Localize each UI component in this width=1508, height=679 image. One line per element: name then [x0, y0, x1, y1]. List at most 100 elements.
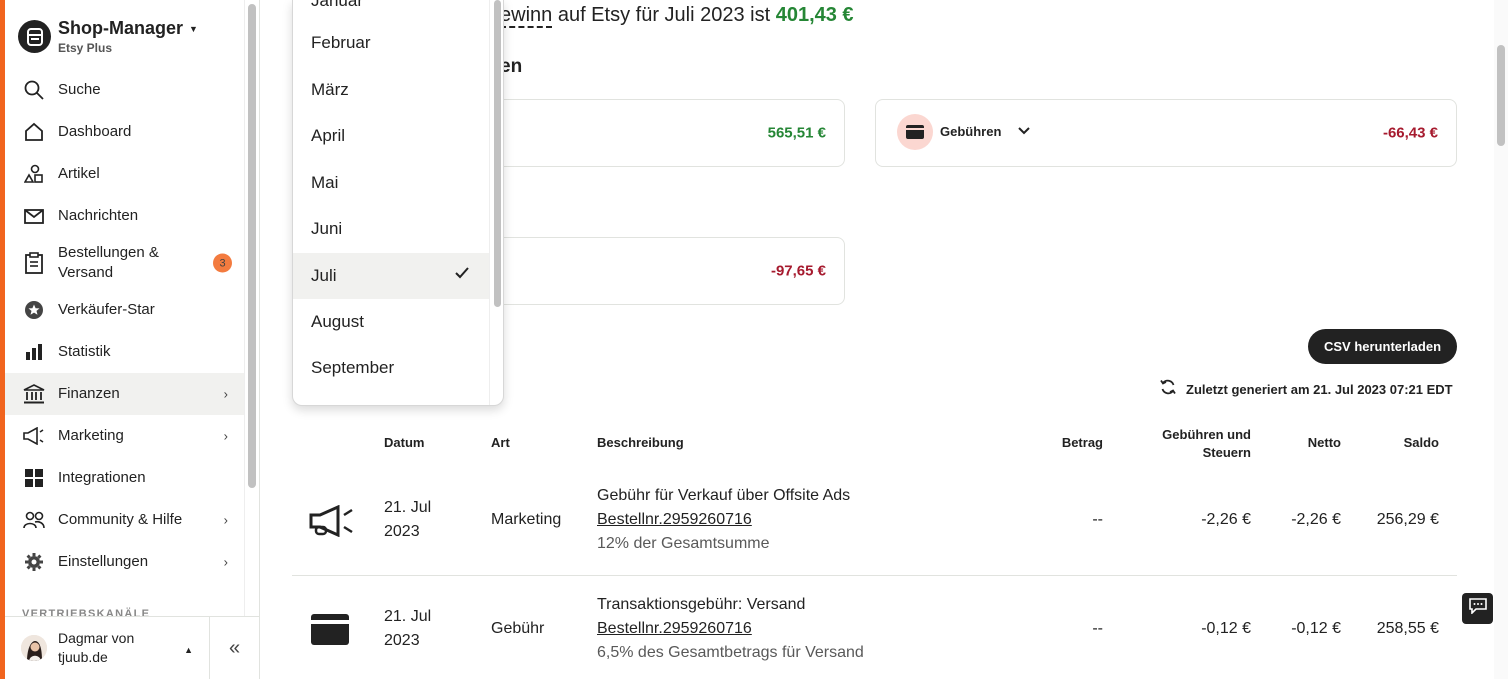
month-option[interactable]: Mai: [293, 160, 489, 206]
row-description-note: 12% der Gesamtsumme: [597, 535, 770, 552]
column-header-art: Art: [491, 435, 510, 450]
order-number-link[interactable]: Bestellnr.2959260716: [597, 617, 864, 641]
row-divider: [292, 575, 1457, 576]
row-date-year: 2023: [384, 523, 420, 540]
sidebar-item-label: Bestellungen & Versand: [58, 244, 159, 281]
row-fees: -2,26 €: [1201, 511, 1251, 528]
user-name: Dagmar von tjuub.de: [58, 630, 135, 665]
row-date-day: 21. Jul: [384, 499, 432, 516]
page-scrollbar-thumb[interactable]: [1497, 45, 1505, 146]
row-date-year: 2023: [384, 632, 420, 649]
credit-card-icon: [897, 114, 933, 150]
sidebar-nav: Suche Dashboard Artikel Nachrichten Best…: [5, 69, 244, 583]
month-dropdown-menu: Januar Februar März April Mai Juni Juli …: [292, 0, 504, 406]
sidebar-footer: Dagmar von tjuub.de ▲ «: [5, 616, 259, 679]
row-type: Gebühr: [491, 620, 545, 637]
row-description-title: Gebühr für Verkauf über Offsite Ads: [597, 487, 851, 504]
sidebar-item-label: Suche: [58, 81, 101, 98]
credit-card-icon: [311, 614, 349, 653]
sidebar-item-statistik[interactable]: Statistik: [5, 331, 244, 373]
gear-icon: [23, 551, 45, 573]
sidebar-item-verkaeufer-star[interactable]: Verkäufer-Star: [5, 289, 244, 331]
profit-headline: ewinn auf Etsy für Juli 2023 ist 401,43 …: [500, 4, 854, 28]
row-amount: --: [1092, 620, 1103, 637]
sidebar: Shop-Manager ▼ Etsy Plus Suche Dashboard …: [0, 0, 260, 679]
last-generated-info: Zuletzt generiert am 21. Jul 2023 07:21 …: [1160, 379, 1453, 400]
clipboard-icon: [23, 252, 45, 274]
profit-tooltip-term[interactable]: ewinn: [500, 4, 553, 28]
shop-manager-switcher[interactable]: Shop-Manager ▼ Etsy Plus: [18, 18, 198, 55]
home-icon: [23, 121, 45, 143]
sidebar-item-marketing[interactable]: Marketing ›: [5, 415, 244, 457]
people-icon: [23, 509, 45, 531]
chevron-right-icon: ›: [223, 554, 228, 570]
month-option[interactable]: Februar: [293, 20, 489, 66]
chevron-right-icon: ›: [223, 386, 228, 402]
row-date: 21. Jul 2023: [384, 605, 431, 653]
sidebar-item-nachrichten[interactable]: Nachrichten: [5, 195, 244, 237]
envelope-icon: [23, 205, 45, 227]
collapse-sidebar-button[interactable]: «: [210, 617, 259, 679]
fees-summary-card[interactable]: Gebühren -66,43 €: [875, 99, 1457, 167]
shop-logo-icon: [18, 20, 51, 53]
order-number-link[interactable]: Bestellnr.2959260716: [597, 508, 850, 532]
chevron-right-icon: ›: [223, 428, 228, 444]
sidebar-item-label: Integrationen: [58, 469, 146, 486]
double-chevron-left-icon: «: [228, 636, 241, 659]
chat-icon: [1468, 598, 1487, 619]
column-header-datum: Datum: [384, 435, 425, 450]
megaphone-icon: [23, 425, 45, 447]
csv-download-button[interactable]: CSV herunterladen: [1308, 329, 1457, 364]
brand-subtitle: Etsy Plus: [58, 41, 113, 55]
month-option[interactable]: September: [293, 345, 489, 391]
user-menu[interactable]: Dagmar von tjuub.de ▲: [5, 617, 210, 679]
sidebar-item-finanzen[interactable]: Finanzen ›: [5, 373, 244, 415]
headline-text: auf Etsy für Juli 2023 ist: [552, 4, 776, 26]
month-option[interactable]: Juni: [293, 206, 489, 252]
sidebar-item-integrationen[interactable]: Integrationen: [5, 457, 244, 499]
brand-title: Shop-Manager: [58, 18, 184, 38]
dropdown-scrollbar-thumb[interactable]: [494, 0, 501, 307]
row-description: Transaktionsgebühr: Versand Bestellnr.29…: [597, 593, 864, 665]
sidebar-item-suche[interactable]: Suche: [5, 69, 244, 111]
orders-count-badge: 3: [213, 253, 232, 273]
row-description: Gebühr für Verkauf über Offsite Ads Best…: [597, 484, 850, 556]
bar-chart-icon: [23, 341, 45, 363]
bank-icon: [23, 383, 45, 405]
sidebar-item-dashboard[interactable]: Dashboard: [5, 111, 244, 153]
row-type: Marketing: [491, 511, 562, 528]
row-amount: --: [1092, 511, 1103, 528]
row-description-note: 6,5% des Gesamtbetrags für Versand: [597, 644, 864, 661]
star-badge-icon: [23, 299, 45, 321]
profit-amount: 401,43 €: [775, 4, 854, 26]
sidebar-item-label: Statistik: [58, 343, 111, 360]
month-option[interactable]: März: [293, 67, 489, 113]
chevron-right-icon: ›: [223, 512, 228, 528]
refresh-icon[interactable]: [1160, 379, 1176, 400]
sidebar-item-label: Marketing: [58, 427, 124, 444]
column-header-saldo: Saldo: [1403, 435, 1439, 450]
sidebar-item-artikel[interactable]: Artikel: [5, 153, 244, 195]
sidebar-item-bestellungen[interactable]: Bestellungen & Versand 3: [5, 237, 244, 289]
other-amount: -97,65 €: [770, 262, 826, 280]
month-option[interactable]: August: [293, 299, 489, 345]
sales-amount: 565,51 €: [767, 124, 826, 142]
caret-down-icon: ▼: [189, 23, 198, 34]
month-option-label: Juli: [311, 266, 337, 285]
row-fees: -0,12 €: [1201, 620, 1251, 637]
fees-amount: -66,43 €: [1382, 124, 1438, 142]
sidebar-item-community[interactable]: Community & Hilfe ›: [5, 499, 244, 541]
chat-button[interactable]: [1462, 593, 1493, 624]
sidebar-item-label: Einstellungen: [58, 553, 149, 570]
sidebar-item-label: Artikel: [58, 165, 100, 182]
grid-icon: [23, 467, 45, 489]
month-option[interactable]: April: [293, 113, 489, 159]
last-generated-text: Zuletzt generiert am 21. Jul 2023 07:21 …: [1186, 382, 1453, 397]
row-net: -2,26 €: [1291, 511, 1341, 528]
search-icon: [23, 79, 45, 101]
month-option-selected[interactable]: Juli: [293, 253, 489, 299]
column-header-betrag: Betrag: [1061, 435, 1103, 450]
sidebar-scrollbar-thumb[interactable]: [248, 4, 256, 488]
chevron-down-icon[interactable]: [1018, 122, 1030, 138]
sidebar-item-einstellungen[interactable]: Einstellungen ›: [5, 541, 244, 583]
